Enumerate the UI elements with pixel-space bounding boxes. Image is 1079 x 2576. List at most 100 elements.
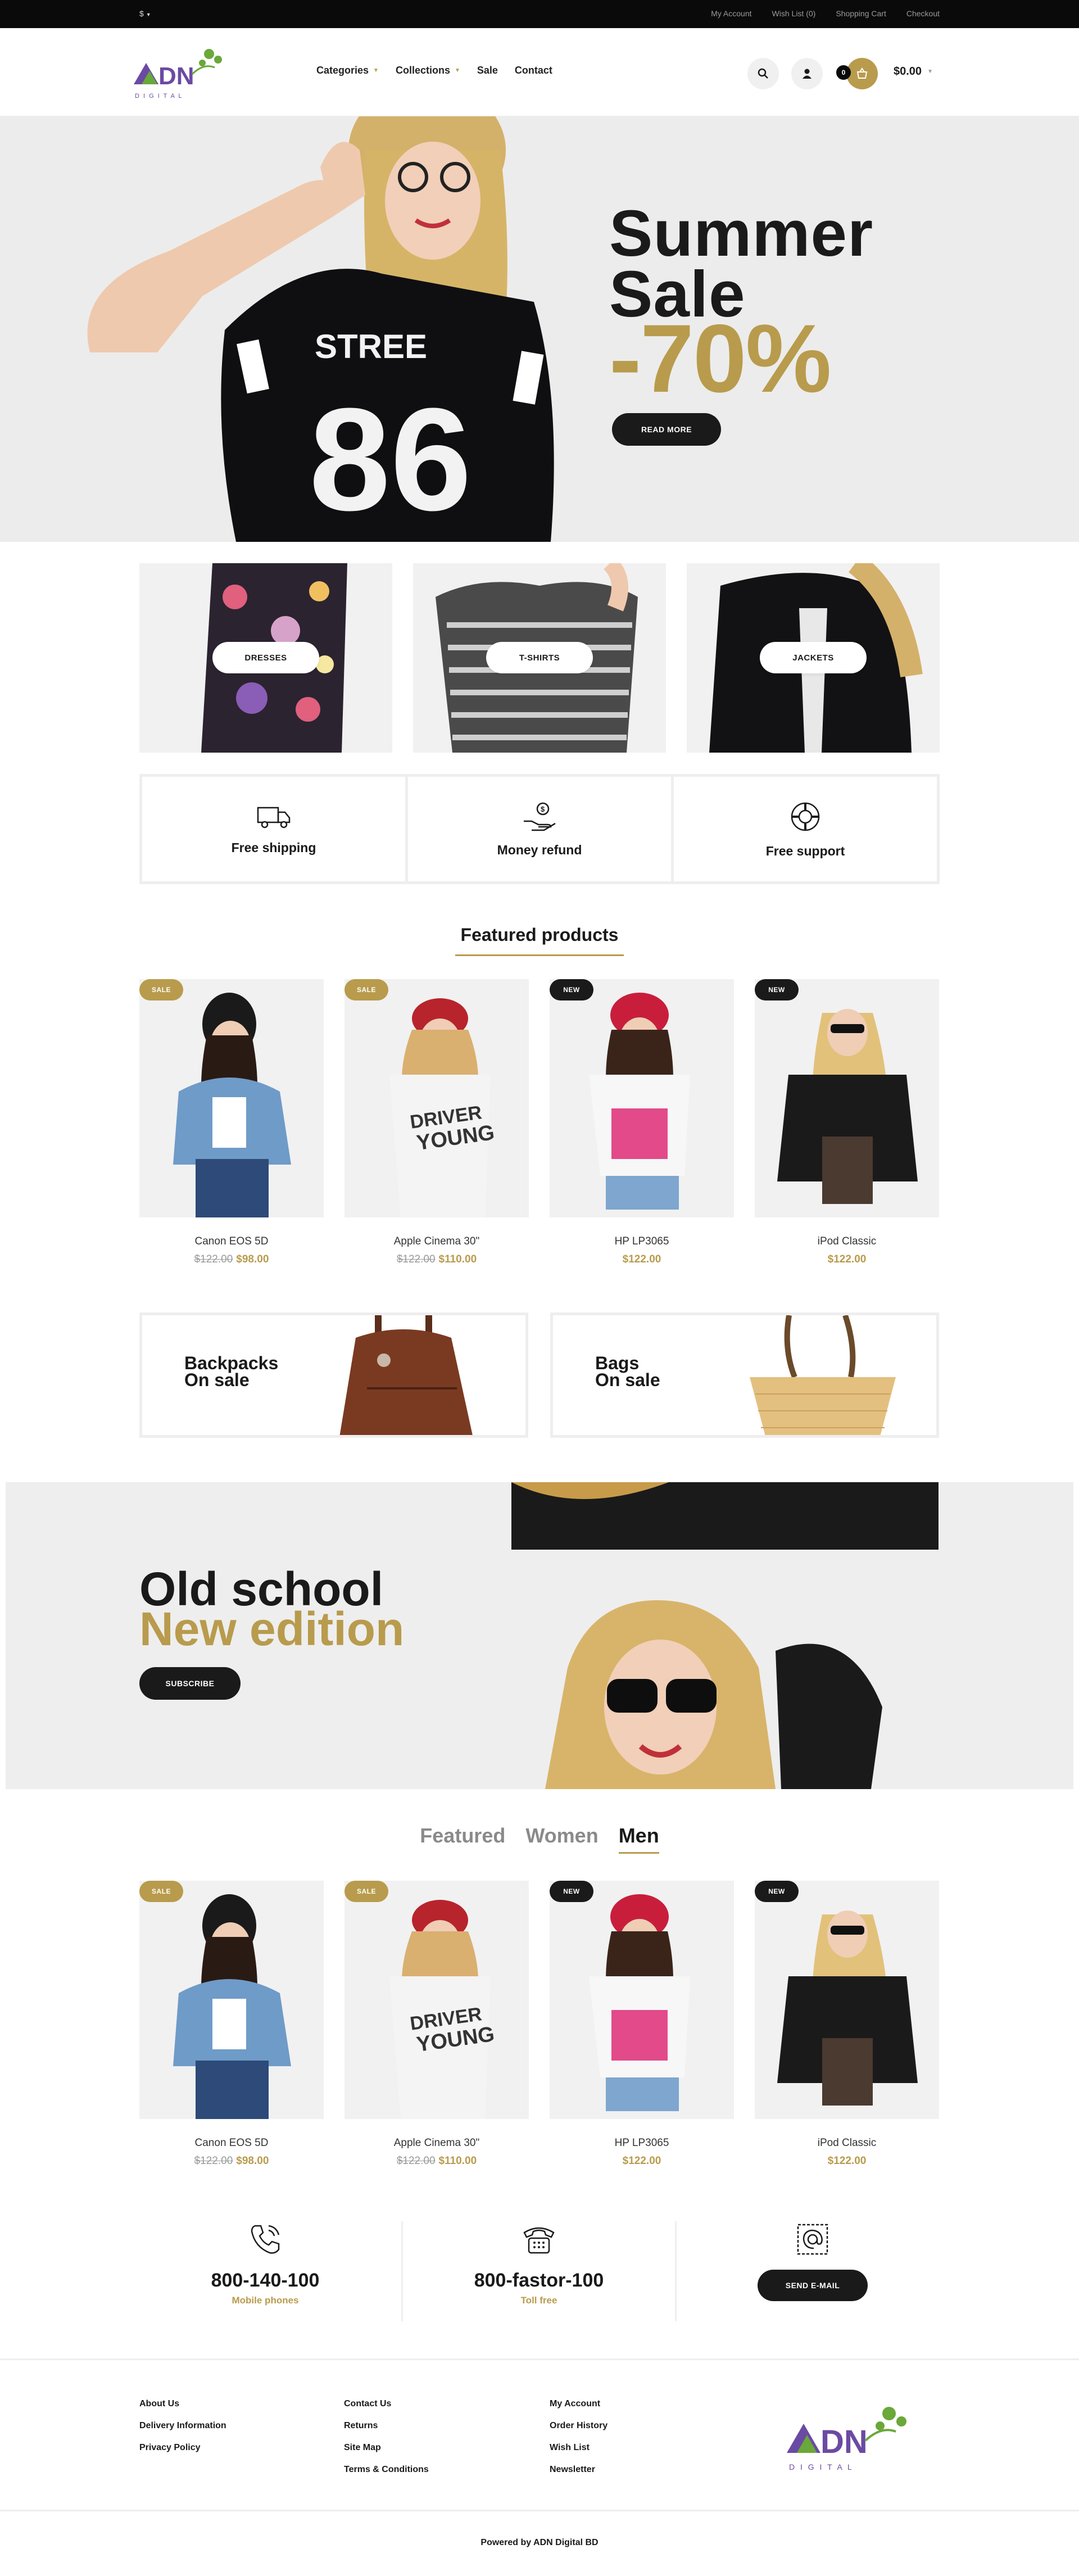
product-photo — [589, 1894, 690, 2111]
tab-featured[interactable]: Featured — [420, 1824, 505, 1854]
cart-button[interactable] — [846, 58, 878, 89]
product-name[interactable]: HP LP3065 — [550, 1235, 734, 1248]
footer-logo[interactable]: DN D I G I T A L — [783, 2397, 918, 2475]
product-image[interactable]: NEW — [550, 1881, 734, 2119]
product-photo — [777, 1911, 918, 2106]
read-more-button[interactable]: READ MORE — [612, 413, 721, 446]
promo-line1: Bags — [595, 1353, 640, 1373]
main-nav: Categories ▼ Collections ▼ Sale Contact — [316, 65, 552, 76]
product-name[interactable]: iPod Classic — [755, 2137, 939, 2149]
current-price: $122.00 — [827, 2155, 867, 2167]
product-price: $122.00 — [550, 1253, 734, 1266]
product-image[interactable]: DRIVER YOUNG SALE — [344, 979, 529, 1217]
svg-text:DN: DN — [158, 62, 194, 90]
current-price: $110.00 — [438, 1253, 477, 1265]
tab-men[interactable]: Men — [618, 1824, 659, 1854]
tollfree-label: Toll free — [520, 2295, 557, 2306]
old-price: $122.00 — [396, 1253, 436, 1265]
lifebuoy-icon — [791, 802, 820, 831]
nav-collections[interactable]: Collections ▼ — [396, 65, 460, 76]
promo-line2: On sale — [595, 1370, 660, 1391]
hero-banner: STREE 86 Summer Sale -70% READ MORE — [0, 116, 1079, 542]
footer-link-terms[interactable]: Terms & Conditions — [344, 2465, 429, 2475]
footer-link-newsletter[interactable]: Newsletter — [550, 2465, 607, 2475]
nav-sale[interactable]: Sale — [477, 65, 498, 76]
footer-link-site-map[interactable]: Site Map — [344, 2443, 429, 2453]
link-checkout[interactable]: Checkout — [906, 9, 940, 18]
current-price: $110.00 — [438, 2155, 477, 2167]
footer-divider — [0, 2358, 1079, 2360]
search-icon — [758, 68, 768, 79]
tab-women[interactable]: Women — [525, 1824, 598, 1854]
tollfree-number[interactable]: 800-fastor-100 — [474, 2270, 604, 2292]
product-name[interactable]: iPod Classic — [755, 1235, 939, 1248]
nav-label: Collections — [395, 65, 450, 76]
link-wish-list[interactable]: Wish List (0) — [772, 9, 816, 18]
logo-mark-icon: DN D I G I T A L — [787, 2407, 906, 2471]
category-label-jackets[interactable]: JACKETS — [760, 642, 867, 673]
product-image[interactable]: SALE — [139, 979, 324, 1217]
feature-money-refund: $ Money refund — [408, 777, 674, 881]
product-name[interactable]: Canon EOS 5D — [139, 2137, 324, 2149]
current-price: $98.00 — [236, 2155, 269, 2167]
money-refund-icon: $ — [524, 802, 556, 831]
current-price: $122.00 — [622, 1253, 661, 1265]
mobile-number[interactable]: 800-140-100 — [211, 2270, 320, 2292]
nav-label: Sale — [477, 65, 498, 76]
product-image[interactable]: NEW — [755, 979, 939, 1217]
product-image[interactable]: NEW — [550, 979, 734, 1217]
footer-link-my-account[interactable]: My Account — [550, 2399, 607, 2409]
category-tile-jackets[interactable]: JACKETS — [687, 563, 940, 753]
footer-link-delivery[interactable]: Delivery Information — [139, 2421, 226, 2431]
old-school-banner: Old school New edition SUBSCRIBE — [6, 1482, 1073, 1789]
product-image[interactable]: NEW — [755, 1881, 939, 2119]
product-image[interactable]: SALE — [139, 1881, 324, 2119]
send-email-button[interactable]: SEND E-MAIL — [758, 2270, 868, 2301]
product-photo: DRIVER YOUNG — [389, 998, 496, 1217]
product-name[interactable]: HP LP3065 — [550, 2137, 734, 2149]
promo-text: Bags On sale — [595, 1353, 660, 1391]
category-label-tshirts[interactable]: T-SHIRTS — [486, 642, 593, 673]
telephone-icon — [523, 2227, 555, 2254]
nav-categories[interactable]: Categories ▼ — [316, 65, 379, 76]
footer-link-privacy[interactable]: Privacy Policy — [139, 2443, 226, 2453]
features-strip: Free shipping $ Money refund Free suppor… — [139, 774, 940, 884]
chevron-down-icon: ▼ — [146, 12, 151, 17]
current-price: $98.00 — [236, 1253, 269, 1265]
link-shopping-cart[interactable]: Shopping Cart — [836, 9, 886, 18]
product-price: $122.00 $98.00 — [139, 2155, 324, 2167]
footer-link-contact-us[interactable]: Contact Us — [344, 2399, 429, 2409]
product-photo — [589, 993, 690, 1210]
link-my-account[interactable]: My Account — [711, 9, 751, 18]
footer-link-wish-list[interactable]: Wish List — [550, 2443, 607, 2453]
promo-bags[interactable]: Bags On sale — [550, 1312, 939, 1438]
account-button[interactable] — [791, 58, 823, 89]
product-price: $122.00 $110.00 — [344, 1253, 529, 1266]
footer-link-returns[interactable]: Returns — [344, 2421, 429, 2431]
feature-free-support: Free support — [674, 777, 937, 881]
footer-link-order-history[interactable]: Order History — [550, 2421, 607, 2431]
subscribe-button[interactable]: SUBSCRIBE — [139, 1667, 241, 1700]
search-button[interactable] — [747, 58, 779, 89]
cart-total[interactable]: $0.00 ▼ — [894, 65, 933, 78]
product-image[interactable]: DRIVER YOUNG SALE — [344, 1881, 529, 2119]
product-name[interactable]: Apple Cinema 30" — [344, 1235, 529, 1248]
promo-text: Backpacks On sale — [184, 1354, 278, 1389]
site-logo[interactable]: DN D I G I T A L — [130, 40, 232, 102]
divider — [675, 2221, 677, 2321]
user-icon — [803, 69, 811, 79]
cart-total-value: $0.00 — [894, 65, 922, 78]
category-label-dresses[interactable]: DRESSES — [212, 642, 319, 673]
product-name[interactable]: Apple Cinema 30" — [344, 2137, 529, 2149]
product-photo — [173, 993, 291, 1217]
footer-bottom-divider — [0, 2510, 1079, 2511]
currency-selector[interactable]: $ ▼ — [139, 9, 151, 18]
sale-badge: SALE — [139, 1881, 183, 1902]
contact-email: SEND E-MAIL — [679, 2221, 946, 2321]
product-name[interactable]: Canon EOS 5D — [139, 1235, 324, 1248]
footer-link-about-us[interactable]: About Us — [139, 2399, 226, 2409]
category-tile-dresses[interactable]: DRESSES — [139, 563, 392, 753]
promo-backpacks[interactable]: Backpacks On sale — [139, 1312, 528, 1438]
nav-contact[interactable]: Contact — [515, 65, 552, 76]
category-tile-tshirts[interactable]: T-SHIRTS — [413, 563, 666, 753]
